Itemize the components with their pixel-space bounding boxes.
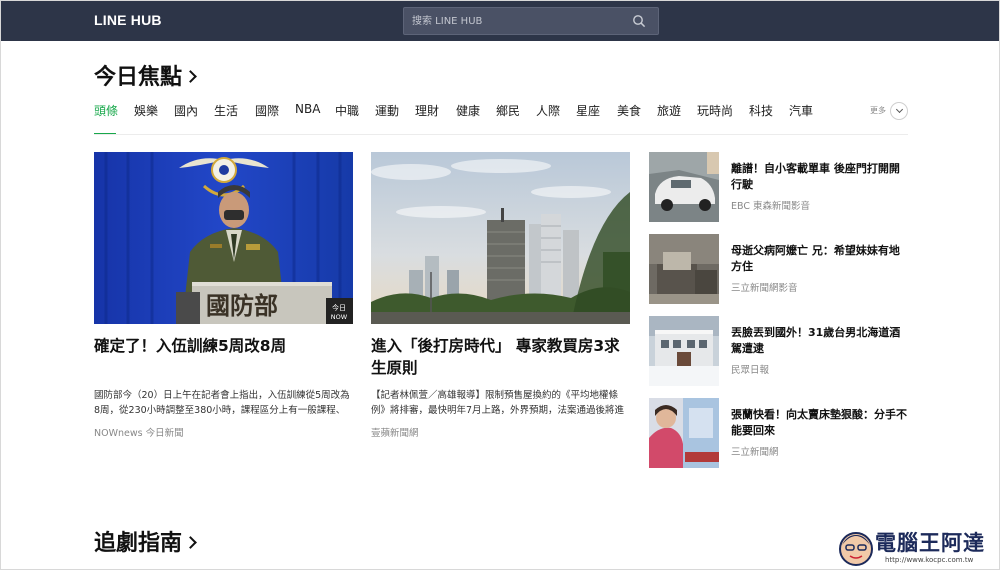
side-news-source: EBC 東森新聞影音 [731,201,811,212]
tab-cpbl[interactable]: 中職 [335,102,359,119]
top-bar: LINE HUB [1,1,999,41]
search-input[interactable] [404,8,624,34]
svg-text:NOW: NOW [331,313,348,321]
podium-text: 國防部 [206,291,278,320]
tab-travel[interactable]: 旅遊 [657,102,681,119]
side-news-item[interactable]: 張蘭快看！向太賣床墊狠酸：分手不能要回來 三立新聞網 [649,398,909,468]
tab-entertainment[interactable]: 娛樂 [134,102,158,119]
side-news-source: 民眾日報 [731,365,770,376]
svg-text:今日: 今日 [332,303,346,312]
tab-fashion[interactable]: 玩時尚 [697,102,733,119]
chevron-right-icon [184,536,197,549]
press-conference-image: 國防部 今日 NOW [94,152,353,324]
watermark-url: http://www.kocpc.com.tw [885,556,974,564]
tab-finance[interactable]: 理財 [415,102,439,119]
tab-headline[interactable]: 頭條 [94,102,118,119]
chevron-down-icon[interactable] [890,102,908,120]
news-thumbnail[interactable] [649,234,719,304]
news-source: 壹蘋新聞網 [371,428,419,439]
news-title[interactable]: 確定了！入伍訓練5周改8周 [94,335,353,381]
room-image [649,234,719,304]
search-icon[interactable] [632,14,646,28]
watermark: 電腦王阿達 http://www.kocpc.com.tw [837,523,997,569]
side-news-title[interactable]: 離譜！自小客載單車 後座門打開開行駛 [731,161,909,193]
news-image[interactable]: 國防部 今日 NOW [94,152,353,324]
side-news-title[interactable]: 丟臉丟到國外！31歲台男北海道酒駕遭逮 [731,325,909,357]
section-title-drama[interactable]: 追劇指南 [94,525,197,557]
tab-netizens[interactable]: 鄉民 [496,102,520,119]
section-title-today[interactable]: 今日焦點 [94,59,197,91]
tabs-divider [94,134,908,135]
side-news-title[interactable]: 張蘭快看！向太賣床墊狠酸：分手不能要回來 [731,407,909,439]
tab-sports[interactable]: 運動 [375,102,399,119]
side-news-source: 三立新聞網影音 [731,283,798,294]
news-thumbnail[interactable] [649,316,719,386]
tab-horoscope[interactable]: 星座 [576,102,600,119]
tv-show-image [649,398,719,468]
page: LINE HUB 今日焦點 頭條 娛樂 國內 生活 國際 NBA 中職 運動 理… [0,0,1000,570]
news-image[interactable] [371,152,630,324]
car-image [649,152,719,222]
news-thumbnail[interactable] [649,398,719,468]
tab-health[interactable]: 健康 [456,102,480,119]
watermark-text: 電腦王阿達 [875,531,985,555]
side-news-item[interactable]: 離譜！自小客載單車 後座門打開開行駛 EBC 東森新聞影音 [649,152,909,222]
mascot-icon [839,532,873,566]
news-thumbnail[interactable] [649,152,719,222]
tab-nba[interactable]: NBA [295,102,320,116]
news-card[interactable]: 進入「後打房時代」 專家教買房3求生原則 【記者林佩萱／高雄報導】限制預售屋換約… [371,152,630,439]
side-news-item[interactable]: 母逝父病阿嬤亡 兄：希望妹妹有地方住 三立新聞網影音 [649,234,909,304]
tab-tech[interactable]: 科技 [749,102,773,119]
news-card[interactable]: 國防部 今日 NOW 確定了！入伍訓練5周改8周 國防部今（20）日上午在記者會… [94,152,353,439]
tab-food[interactable]: 美食 [617,102,641,119]
tab-life[interactable]: 生活 [214,102,238,119]
search-box[interactable] [403,7,659,35]
more-label[interactable]: 更多 [870,105,886,116]
news-title[interactable]: 進入「後打房時代」 專家教買房3求生原則 [371,335,630,381]
tab-relationships[interactable]: 人際 [536,102,560,119]
tab-international[interactable]: 國際 [255,102,279,119]
logo[interactable]: LINE HUB [94,12,162,28]
chevron-right-icon [184,70,197,83]
tab-cars[interactable]: 汽車 [789,102,813,119]
news-summary: 【記者林佩萱／高雄報導】限制預售屋換約的《平均地權條例》將排審，最快明年7月上路… [371,390,625,416]
side-news-source: 三立新聞網 [731,447,779,458]
city-skyline-image [371,152,630,324]
snowy-building-image [649,316,719,386]
news-source: NOWnews 今日新聞 [94,428,184,439]
side-news-item[interactable]: 丟臉丟到國外！31歲台男北海道酒駕遭逮 民眾日報 [649,316,909,386]
news-summary: 國防部今（20）日上午在記者會上指出，入伍訓練從5周改為8周，從230小時調整至… [94,390,350,416]
section-title-text: 今日焦點 [94,65,183,90]
tab-domestic[interactable]: 國內 [174,102,198,119]
side-news-title[interactable]: 母逝父病阿嬤亡 兄：希望妹妹有地方住 [731,243,909,275]
section-title-text: 追劇指南 [94,531,183,556]
